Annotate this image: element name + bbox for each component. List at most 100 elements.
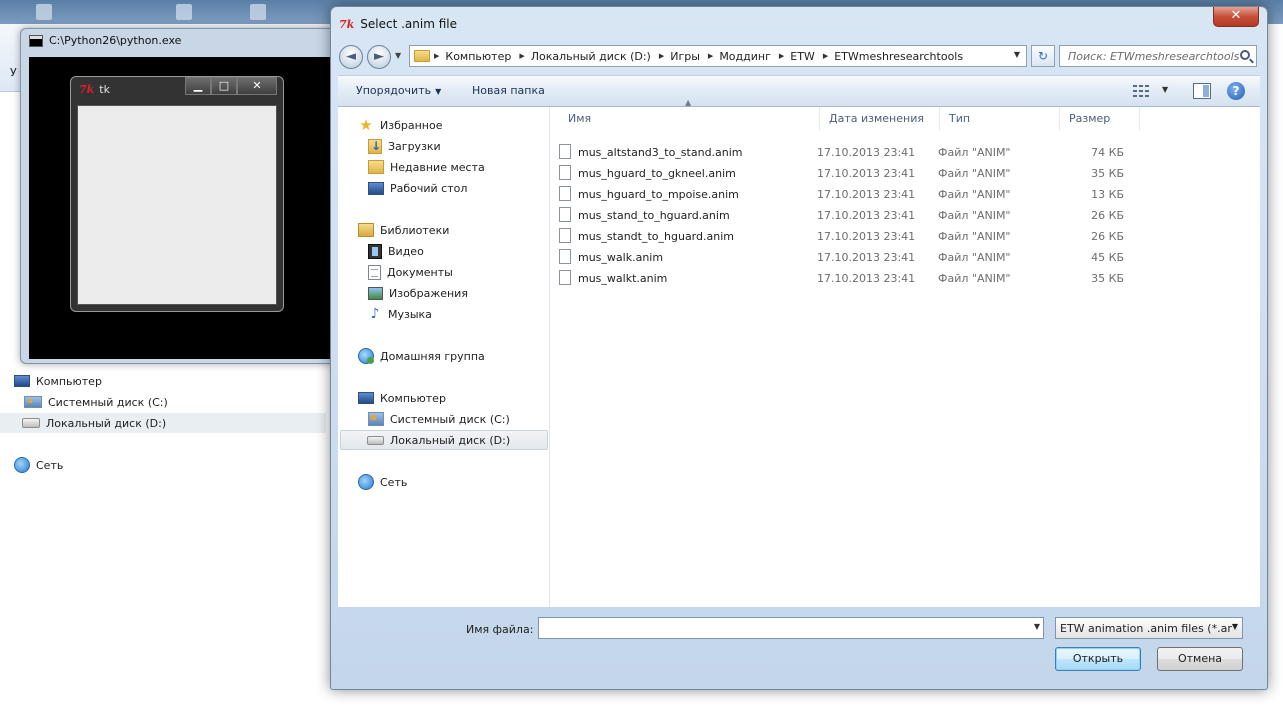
- desktop-icon: [368, 181, 384, 195]
- bg-nav-computer[interactable]: Компьютер: [14, 371, 102, 391]
- nav-recent-places[interactable]: Недавние места: [368, 157, 485, 177]
- file-row[interactable]: mus_hguard_to_gkneel.anim 17.10.2013 23:…: [557, 163, 1137, 184]
- breadcrumb-label: Моддинг: [719, 49, 771, 63]
- breadcrumb-etwmeshresearchtools[interactable]: ▶ ETWmeshresearchtools: [823, 50, 963, 63]
- nav-drive-c[interactable]: Системный диск (C:): [368, 409, 510, 429]
- nav-favorites[interactable]: ★ Избранное: [358, 115, 442, 135]
- filename-input[interactable]: ▼: [538, 617, 1044, 639]
- new-folder-button[interactable]: Новая папка: [472, 84, 545, 97]
- breadcrumb-arrow-icon[interactable]: ▶: [823, 52, 828, 60]
- file-row[interactable]: mus_walk.anim 17.10.2013 23:41 Файл "ANI…: [557, 247, 1137, 268]
- breadcrumb-arrow-icon[interactable]: ▶: [519, 52, 524, 60]
- file-date: 17.10.2013 23:41: [817, 188, 916, 201]
- file-date: 17.10.2013 23:41: [817, 272, 916, 285]
- breadcrumb-modding[interactable]: ▶ Моддинг: [708, 50, 771, 63]
- filename-label: Имя файла:: [466, 623, 534, 636]
- address-dropdown-icon[interactable]: ▼: [1014, 50, 1020, 59]
- tk-client-area[interactable]: [77, 105, 277, 305]
- homegroup-icon: [358, 348, 374, 364]
- breadcrumb-drive-d[interactable]: ▶ Локальный диск (D:): [519, 50, 651, 63]
- file-type: Файл "ANIM": [938, 272, 1011, 285]
- file-row[interactable]: mus_stand_to_hguard.anim 17.10.2013 23:4…: [557, 205, 1137, 226]
- file-icon: [559, 249, 571, 264]
- address-bar[interactable]: ▶ Компьютер ▶ Локальный диск (D:) ▶ Игры ▶ М…: [409, 45, 1027, 67]
- console-icon: [29, 34, 43, 47]
- file-size: 35 КБ: [1091, 167, 1124, 180]
- nav-drive-d[interactable]: Локальный диск (D:): [340, 430, 548, 450]
- file-row[interactable]: mus_hguard_to_mpoise.anim 17.10.2013 23:…: [557, 184, 1137, 205]
- nav-documents[interactable]: Документы: [368, 262, 453, 282]
- nav-network[interactable]: Сеть: [358, 472, 407, 492]
- recent-locations-dropdown[interactable]: ▼: [395, 51, 401, 60]
- nav-label: Системный диск (C:): [390, 412, 510, 426]
- column-header-type[interactable]: Тип: [940, 107, 1060, 131]
- breadcrumb-label: Компьютер: [445, 49, 512, 63]
- select-file-dialog[interactable]: 7k Select .anim file ✕ ◄ ► ▼ ▶ Компьютер …: [330, 6, 1268, 690]
- search-input[interactable]: Поиск: ETWmeshresearchtools: [1059, 45, 1257, 67]
- console-title: C:\Python26\python.exe: [49, 34, 182, 47]
- nav-homegroup[interactable]: Домашняя группа: [358, 346, 485, 366]
- organize-button[interactable]: Упорядочить ▼: [356, 84, 441, 97]
- navigation-pane[interactable]: ★ Избранное Загрузки Недавние места Рабоч…: [338, 107, 550, 607]
- nav-desktop[interactable]: Рабочий стол: [368, 178, 467, 198]
- breadcrumb-etw[interactable]: ▶ ETW: [779, 50, 815, 63]
- nav-computer[interactable]: Компьютер: [358, 388, 446, 408]
- nav-label: Компьютер: [380, 391, 446, 405]
- filename-dropdown-icon[interactable]: ▼: [1034, 622, 1040, 631]
- breadcrumb-computer[interactable]: ▶ Компьютер: [434, 50, 511, 63]
- tk-window[interactable]: 7k tk ▁ □ ✕: [70, 76, 284, 312]
- nav-label: Сеть: [380, 475, 408, 489]
- file-type: Файл "ANIM": [938, 188, 1011, 201]
- breadcrumb-arrow-icon[interactable]: ▶: [659, 52, 664, 60]
- system-drive-icon: [368, 412, 384, 426]
- network-icon: [14, 457, 30, 473]
- close-button[interactable]: ✕: [237, 77, 277, 95]
- file-row[interactable]: mus_standt_to_hguard.anim 17.10.2013 23:…: [557, 226, 1137, 247]
- forward-button[interactable]: ►: [367, 45, 391, 69]
- drive-icon: [22, 418, 40, 428]
- dialog-close-button[interactable]: ✕: [1213, 7, 1259, 27]
- nav-libraries[interactable]: Библиотеки: [358, 220, 449, 240]
- preview-pane-icon[interactable]: [1193, 83, 1211, 99]
- maximize-button[interactable]: □: [211, 77, 237, 95]
- file-type: Файл "ANIM": [938, 230, 1011, 243]
- file-size: 35 КБ: [1091, 272, 1124, 285]
- back-button[interactable]: ◄: [339, 45, 363, 69]
- file-row[interactable]: mus_altstand3_to_stand.anim 17.10.2013 2…: [557, 142, 1137, 163]
- column-header-date[interactable]: Дата изменения: [820, 107, 940, 131]
- nav-downloads[interactable]: Загрузки: [368, 136, 441, 156]
- breadcrumb-arrow-icon[interactable]: ▶: [708, 52, 713, 60]
- folder-icon: [414, 50, 430, 62]
- column-header-size[interactable]: Размер: [1060, 107, 1140, 131]
- bg-nav-drive-d[interactable]: Локальный диск (D:): [0, 413, 326, 433]
- view-options-icon[interactable]: [1133, 85, 1151, 97]
- desktop-icon: [36, 4, 52, 20]
- breadcrumb-arrow-icon[interactable]: ▶: [779, 52, 784, 60]
- nav-images[interactable]: Изображения: [368, 283, 468, 303]
- bg-nav-network[interactable]: Сеть: [14, 455, 63, 475]
- nav-label: Изображения: [389, 286, 468, 300]
- help-icon[interactable]: ?: [1227, 82, 1245, 100]
- search-placeholder: Поиск: ETWmeshresearchtools: [1068, 50, 1240, 63]
- breadcrumb-games[interactable]: ▶ Игры: [659, 50, 700, 63]
- file-name: mus_stand_to_hguard.anim: [578, 209, 730, 222]
- file-list[interactable]: ▲ Имя Дата изменения Тип Размер mus_alts…: [551, 98, 1260, 607]
- dialog-content: ★ Избранное Загрузки Недавние места Рабоч…: [338, 98, 1260, 607]
- refresh-button[interactable]: ↻: [1031, 45, 1055, 67]
- dialog-titlebar: 7k Select .anim file: [339, 17, 457, 31]
- nav-video[interactable]: Видео: [368, 241, 424, 261]
- column-header-name[interactable]: Имя: [559, 107, 820, 131]
- bg-nav-drive-c[interactable]: Системный диск (C:): [24, 392, 168, 412]
- view-dropdown-icon[interactable]: ▼: [1162, 85, 1168, 94]
- breadcrumb-arrow-icon[interactable]: ▶: [434, 52, 439, 60]
- file-row[interactable]: mus_walkt.anim 17.10.2013 23:41 Файл "AN…: [557, 268, 1137, 289]
- breadcrumb-label: ETWmeshresearchtools: [834, 49, 964, 63]
- cancel-button[interactable]: Отмена: [1157, 647, 1243, 671]
- search-icon[interactable]: [1240, 50, 1250, 60]
- nav-music[interactable]: ♪ Музыка: [368, 304, 432, 324]
- filetype-select[interactable]: ETW animation .anim files (*.ar ▼: [1055, 617, 1243, 639]
- open-button[interactable]: Открыть: [1055, 647, 1141, 671]
- bg-nav-label: Компьютер: [36, 374, 102, 388]
- music-icon: ♪: [370, 305, 380, 322]
- minimize-button[interactable]: ▁: [185, 77, 211, 95]
